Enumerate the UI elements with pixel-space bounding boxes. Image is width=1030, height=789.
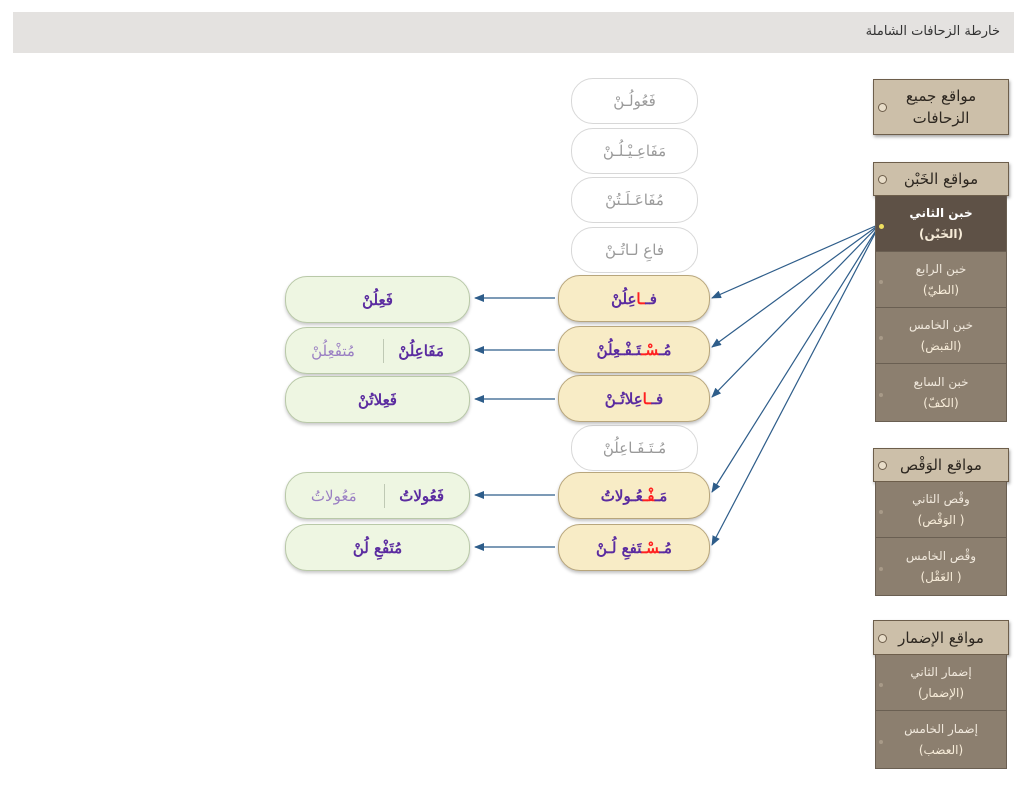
foot-mufaalatun: مُفَاعَـلَـتُنْ [571,177,698,223]
arrow-to-foot-1 [711,223,881,299]
idmar-item-second[interactable]: إضمار الثاني (الإضمار) [875,655,1007,711]
khabn-item-second[interactable]: خبن الثاني (الخَبْن) [875,196,1007,252]
dot-icon [879,682,883,687]
khabn-item-seventh[interactable]: خبن السابع (الكفّ) [875,364,1007,422]
result-faulatu: فَعُولاتُ مَعُولاتُ [285,472,470,519]
bullet-icon [878,461,887,470]
chevron-divider [370,483,386,508]
foot-mafailun: مَفَاعِـيْـلُـنْ [571,128,698,174]
khabn-item-fifth[interactable]: خبن الخامس (القبض) [875,308,1007,364]
section-waqs-header[interactable]: مواقع الوَقْص [873,448,1009,482]
idmar-item-fifth[interactable]: إضمار الخامس (العضب) [875,711,1007,769]
bullet-icon [878,633,887,643]
result-alt: مُتفْعِلُنْ [311,341,355,360]
result-failatun: فَعِلاتُنْ [285,376,470,423]
dot-icon [879,279,883,284]
button-all-zihafat[interactable]: مواقع جميع الزحافات [873,79,1009,135]
dot-icon [879,566,883,571]
foot-mafulatu-active[interactable]: مَـفْـعُـولاتُ [558,472,710,519]
foot-mustafi-lun-active[interactable]: مُـسْـتَفعِ لُـنْ [558,524,710,571]
foot-failun-active[interactable]: فــاعِلُنْ [558,275,710,322]
foot-mutafailun: مُـتَـفَـاعِلُنْ [571,425,698,471]
arrow-to-foot-4 [711,223,881,493]
arrow-to-foot-5 [711,223,881,546]
result-failun: فَعِلُنْ [285,276,470,323]
arrow-to-foot-2 [711,223,881,348]
dot-icon [879,739,883,744]
foot-faulun: فَعُولُـنْ [571,78,698,124]
foot-mustafilun-active[interactable]: مُـسْـتَـفْـعِلُنْ [558,326,710,373]
chevron-divider [369,338,385,363]
result-alt: مَعُولاتُ [310,486,357,505]
result-main: فَعُولاتُ [399,486,445,505]
bullet-icon [878,175,887,184]
section-idmar-header[interactable]: مواقع الإضمار [873,620,1009,655]
result-mutafi-lun: مُتَفْعِ لُنْ [285,524,470,571]
waqs-item-fifth[interactable]: وقْص الخامس( العَقْل) [875,538,1007,596]
section-khabn-header[interactable]: مواقع الخَبْن [873,162,1009,196]
selected-dot-icon [879,223,884,229]
foot-failatun-active[interactable]: فــاعِلاتُـنْ [558,375,710,422]
dot-icon [879,335,883,340]
result-main: مَفَاعِلُنْ [398,341,444,360]
result-mafailun: مَفَاعِلُنْ مُتفْعِلُنْ [285,327,470,374]
dot-icon [879,392,883,397]
bullet-icon [878,103,887,112]
foot-fai-latun: فاعِ لـاتُـنْ [571,227,698,273]
khabn-item-fourth[interactable]: خبن الرابع (الطيّ) [875,252,1007,308]
dot-icon [879,509,883,514]
waqs-item-second[interactable]: وقْص الثاني( الوَقْص) [875,482,1007,538]
arrow-to-foot-3 [711,223,881,398]
